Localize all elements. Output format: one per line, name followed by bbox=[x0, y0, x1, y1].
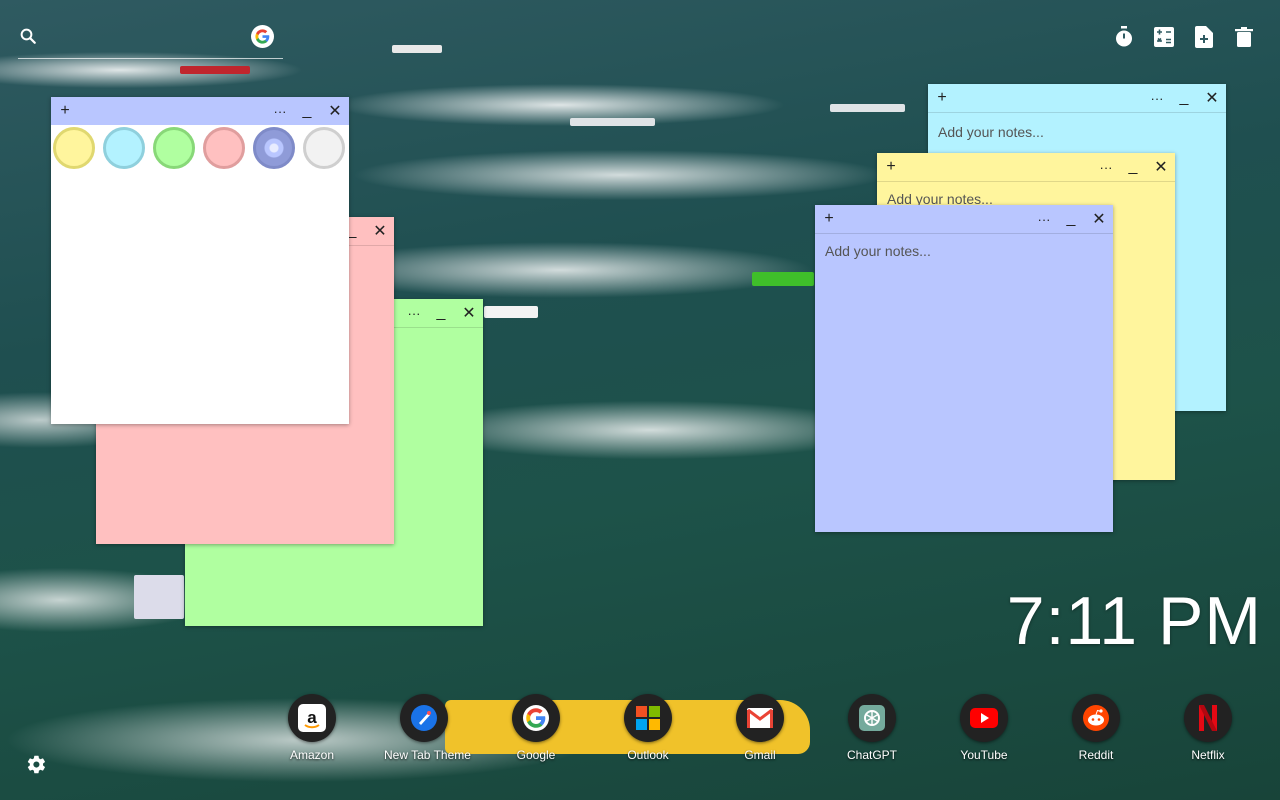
boat-decoration bbox=[392, 45, 442, 53]
svg-text:a: a bbox=[307, 708, 317, 727]
close-note-button[interactable]: ✕ bbox=[1202, 88, 1222, 108]
minimize-note-button[interactable]: _ bbox=[297, 101, 317, 121]
color-swatch-white[interactable] bbox=[303, 127, 345, 169]
calculator-icon[interactable] bbox=[1153, 26, 1175, 48]
boat-decoration bbox=[484, 306, 538, 318]
add-note-button[interactable]: + bbox=[932, 88, 952, 108]
color-swatch-pink[interactable] bbox=[203, 127, 245, 169]
trash-icon[interactable] bbox=[1233, 26, 1255, 48]
color-swatch-yellow[interactable] bbox=[53, 127, 95, 169]
close-note-button[interactable]: ✕ bbox=[459, 303, 479, 323]
shortcut-outlook[interactable]: Outlook bbox=[608, 694, 688, 762]
color-swatch-periwinkle[interactable] bbox=[253, 127, 295, 169]
youtube-icon bbox=[970, 708, 998, 728]
shortcut-label: Gmail bbox=[744, 748, 776, 762]
close-note-button[interactable]: ✕ bbox=[1151, 157, 1171, 177]
add-note-button[interactable]: + bbox=[881, 157, 901, 177]
shortcut-new-tab-theme[interactable]: New Tab Theme bbox=[384, 694, 471, 762]
minimize-note-button[interactable]: _ bbox=[1061, 209, 1081, 229]
gmail-icon bbox=[747, 708, 773, 728]
shortcut-youtube[interactable]: YouTube bbox=[944, 694, 1024, 762]
note-header[interactable]: + ··· _ ✕ bbox=[815, 205, 1113, 234]
shortcut-label: Amazon bbox=[289, 748, 335, 762]
close-note-button[interactable]: ✕ bbox=[370, 221, 390, 241]
add-note-button[interactable]: + bbox=[55, 101, 75, 121]
color-swatch-cyan[interactable] bbox=[103, 127, 145, 169]
netflix-icon bbox=[1199, 705, 1217, 731]
shortcut-label: Netflix bbox=[1191, 748, 1225, 762]
shortcut-gmail[interactable]: Gmail bbox=[720, 694, 800, 762]
minimize-note-button[interactable]: _ bbox=[1174, 88, 1194, 108]
boat-decoration bbox=[830, 104, 905, 112]
shortcut-netflix[interactable]: Netflix bbox=[1168, 694, 1248, 762]
shortcut-label: ChatGPT bbox=[846, 748, 897, 762]
boat-decoration bbox=[134, 575, 184, 619]
new-tab-theme-icon bbox=[410, 704, 438, 732]
shortcut-google[interactable]: Google bbox=[496, 694, 576, 762]
minimize-note-button[interactable]: _ bbox=[1123, 157, 1143, 177]
search-icon[interactable] bbox=[18, 26, 38, 46]
outlook-icon bbox=[636, 706, 660, 730]
note-menu-button[interactable]: ··· bbox=[1147, 88, 1167, 108]
shortcut-label: Outlook bbox=[627, 748, 669, 762]
note-menu-button[interactable]: ··· bbox=[270, 101, 290, 121]
boat-decoration bbox=[180, 66, 250, 74]
shortcut-label: Reddit bbox=[1078, 748, 1114, 762]
gear-icon[interactable] bbox=[25, 753, 47, 775]
note-menu-button[interactable]: ··· bbox=[1096, 157, 1116, 177]
google-icon bbox=[523, 705, 549, 731]
note-header[interactable]: + ··· _ ✕ bbox=[877, 153, 1175, 182]
timer-icon[interactable] bbox=[1113, 26, 1135, 48]
close-note-button[interactable]: ✕ bbox=[325, 101, 345, 121]
sticky-note-white[interactable]: + ··· _ ✕ bbox=[51, 97, 349, 424]
sticky-note-periwinkle[interactable]: + ··· _ ✕ Add your notes... bbox=[815, 205, 1113, 532]
google-icon[interactable] bbox=[251, 25, 274, 48]
shortcut-amazon[interactable]: a Amazon bbox=[272, 694, 352, 762]
add-note-button[interactable]: + bbox=[819, 209, 839, 229]
chatgpt-icon bbox=[859, 705, 885, 731]
new-note-icon[interactable] bbox=[1193, 26, 1215, 48]
reddit-icon bbox=[1083, 705, 1109, 731]
shortcut-chatgpt[interactable]: ChatGPT bbox=[832, 694, 912, 762]
color-swatch-green[interactable] bbox=[153, 127, 195, 169]
boat-decoration bbox=[570, 118, 655, 126]
note-header[interactable]: + ··· _ ✕ bbox=[928, 84, 1226, 113]
close-note-button[interactable]: ✕ bbox=[1089, 209, 1109, 229]
amazon-icon: a bbox=[298, 704, 326, 732]
shortcut-label: Google bbox=[516, 748, 556, 762]
note-textarea[interactable]: Add your notes... bbox=[825, 243, 931, 259]
minimize-note-button[interactable]: _ bbox=[431, 303, 451, 323]
boat-decoration bbox=[752, 272, 814, 286]
note-header[interactable]: + ··· _ ✕ bbox=[51, 97, 349, 125]
note-menu-button[interactable]: ··· bbox=[1034, 209, 1054, 229]
shortcut-reddit[interactable]: Reddit bbox=[1056, 694, 1136, 762]
shortcut-label: YouTube bbox=[960, 748, 1008, 762]
search-bar[interactable] bbox=[18, 24, 283, 59]
note-menu-button[interactable]: ··· bbox=[404, 303, 424, 323]
note-textarea[interactable]: Add your notes... bbox=[938, 124, 1044, 140]
shortcut-label: New Tab Theme bbox=[384, 748, 471, 762]
clock: 7:11 PM bbox=[1006, 583, 1262, 659]
